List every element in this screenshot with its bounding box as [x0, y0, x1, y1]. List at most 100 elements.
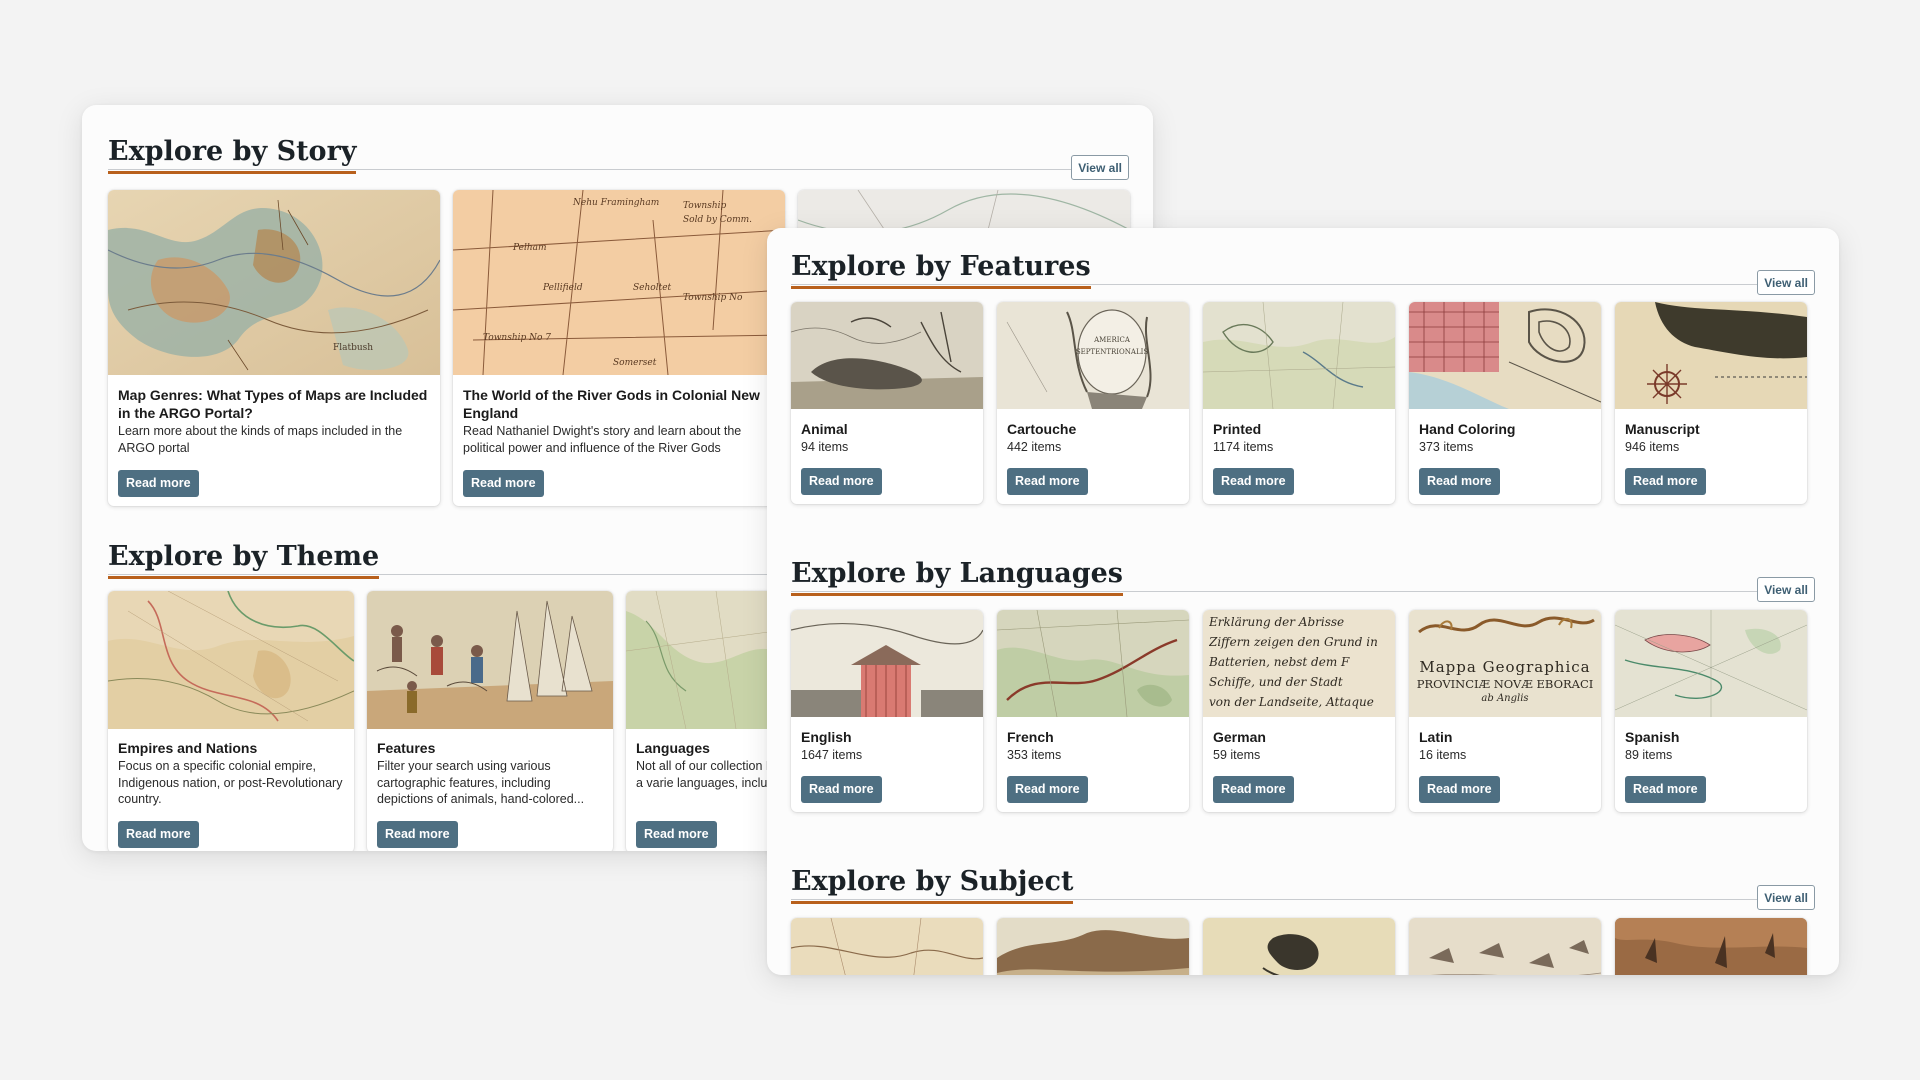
card-body: The World of the River Gods in Colonial …	[463, 386, 775, 456]
read-more-button[interactable]: Read more	[1625, 468, 1706, 495]
feature-card[interactable]: AMERICA SEPTENTRIONALIS Cartouche 442 it…	[997, 302, 1189, 504]
read-more-button[interactable]: Read more	[377, 821, 458, 848]
script-line: Ziffern zeigen den Grund in	[1209, 635, 1378, 649]
read-more-button[interactable]: Read more	[118, 821, 199, 848]
map-thumbnail	[791, 610, 983, 717]
language-card[interactable]: Spanish 89 items Read more	[1615, 610, 1807, 812]
language-card[interactable]: Mappa Geographica PROVINCIÆ NOVÆ EBORACI…	[1409, 610, 1601, 812]
card-title[interactable]: Features	[377, 739, 603, 757]
script-line: Batterien, nebst dem F	[1209, 655, 1350, 669]
card-title[interactable]: Spanish	[1625, 728, 1797, 746]
map-thumbnail	[367, 591, 613, 729]
feature-card[interactable]: Animal 94 items Read more	[791, 302, 983, 504]
item-count: 1647 items	[801, 748, 863, 762]
features-languages-panel: Explore by Features View all Animal 94 i…	[767, 228, 1839, 975]
latin-line: PROVINCIÆ NOVÆ EBORACI	[1416, 677, 1594, 691]
svg-text:Township No 7: Township No 7	[483, 333, 551, 343]
item-count: 16 items	[1419, 748, 1467, 762]
card-title[interactable]: The World of the River Gods in Colonial …	[463, 386, 775, 422]
read-more-button[interactable]: Read more	[1007, 776, 1088, 803]
read-more-button[interactable]: Read more	[1625, 776, 1706, 803]
card-title[interactable]: Map Genres: What Types of Maps are Inclu…	[118, 386, 430, 422]
item-count: 1174 items	[1213, 440, 1274, 454]
card-body: German 59 items	[1213, 728, 1385, 763]
language-card[interactable]: Erklärung der Abrisse Ziffern zeigen den…	[1203, 610, 1395, 812]
svg-text:Township: Township	[683, 201, 727, 211]
read-more-button[interactable]: Read more	[118, 470, 199, 497]
map-thumbnail	[1615, 918, 1807, 975]
read-more-button[interactable]: Read more	[636, 821, 717, 848]
card-description: Read Nathaniel Dwight's story and learn …	[463, 424, 742, 455]
card-body: Spanish 89 items	[1625, 728, 1797, 763]
map-thumbnail	[108, 591, 354, 729]
subject-card[interactable]	[1409, 918, 1601, 975]
card-title[interactable]: Manuscript	[1625, 420, 1797, 438]
card-title[interactable]: German	[1213, 728, 1385, 746]
view-all-button[interactable]: View all	[1757, 270, 1815, 295]
card-body: French 353 items	[1007, 728, 1179, 763]
card-body: Manuscript 946 items	[1625, 420, 1797, 455]
read-more-button[interactable]: Read more	[1213, 468, 1294, 495]
feature-card[interactable]: Printed 1174 items Read more	[1203, 302, 1395, 504]
read-more-button[interactable]: Read more	[1419, 776, 1500, 803]
card-body: Printed 1174 items	[1213, 420, 1385, 455]
latin-line: Mappa Geographica	[1419, 658, 1591, 676]
card-title[interactable]: Empires and Nations	[118, 739, 344, 757]
map-thumbnail	[1615, 610, 1807, 717]
latin-line: ab Anglis	[1481, 693, 1529, 704]
map-thumbnail	[997, 918, 1189, 975]
language-card[interactable]: English 1647 items Read more	[791, 610, 983, 812]
script-line: Schiffe, und der Stadt	[1209, 675, 1343, 689]
subject-card[interactable]	[1203, 918, 1395, 975]
read-more-button[interactable]: Read more	[1419, 468, 1500, 495]
section-title: Explore by Subject	[791, 864, 1074, 904]
subject-header: Explore by Subject View all	[791, 858, 1815, 922]
card-title[interactable]: Printed	[1213, 420, 1385, 438]
read-more-button[interactable]: Read more	[463, 470, 544, 497]
read-more-button[interactable]: Read more	[801, 468, 882, 495]
read-more-button[interactable]: Read more	[1213, 776, 1294, 803]
languages-section: Explore by Languages View all English 16…	[791, 550, 1815, 840]
view-all-button[interactable]: View all	[1757, 577, 1815, 602]
read-more-button[interactable]: Read more	[801, 776, 882, 803]
card-title[interactable]: French	[1007, 728, 1179, 746]
card-title[interactable]: Hand Coloring	[1419, 420, 1591, 438]
features-section: Explore by Features View all Animal 94 i…	[791, 243, 1815, 533]
svg-text:SEPTENTRIONALIS: SEPTENTRIONALIS	[1076, 348, 1149, 356]
svg-text:Seholtet: Seholtet	[633, 283, 672, 293]
card-body: Cartouche 442 items	[1007, 420, 1179, 455]
story-card[interactable]: Flatbush Map Genres: What Types of Maps …	[108, 190, 440, 506]
card-body: Features Filter your search using variou…	[377, 739, 603, 808]
subject-section: Explore by Subject View all	[791, 858, 1815, 975]
subject-card[interactable]	[997, 918, 1189, 975]
story-card[interactable]: Nehu Framingham Township Sold by Comm. P…	[453, 190, 785, 506]
theme-card[interactable]: Features Filter your search using variou…	[367, 591, 613, 851]
language-card[interactable]: French 353 items Read more	[997, 610, 1189, 812]
map-thumbnail: Flatbush	[108, 190, 440, 375]
latin-title-text: Mappa Geographica PROVINCIÆ NOVÆ EBORACI…	[1409, 658, 1601, 717]
subject-card[interactable]	[791, 918, 983, 975]
card-title[interactable]: Cartouche	[1007, 420, 1179, 438]
item-count: 94 items	[801, 440, 849, 454]
card-title[interactable]: Latin	[1419, 728, 1591, 746]
card-description: Filter your search using various cartogr…	[377, 759, 585, 806]
map-thumbnail	[791, 918, 983, 975]
feature-card[interactable]: Hand Coloring 373 items Read more	[1409, 302, 1601, 504]
item-count: 373 items	[1419, 440, 1474, 454]
section-title: Explore by Story	[108, 134, 357, 174]
feature-card[interactable]: Manuscript 946 items Read more	[1615, 302, 1807, 504]
view-all-button[interactable]: View all	[1071, 155, 1129, 180]
section-title: Explore by Features	[791, 249, 1091, 289]
script-line: von der Landseite, Attaque	[1209, 695, 1374, 709]
read-more-button[interactable]: Read more	[1007, 468, 1088, 495]
view-all-button[interactable]: View all	[1757, 885, 1815, 910]
card-body: Animal 94 items	[801, 420, 973, 455]
card-description: Learn more about the kinds of maps inclu…	[118, 424, 403, 455]
card-title[interactable]: Animal	[801, 420, 973, 438]
languages-header: Explore by Languages View all	[791, 550, 1815, 614]
subject-card[interactable]	[1615, 918, 1807, 975]
svg-text:Nehu Framingham: Nehu Framingham	[572, 198, 659, 208]
map-thumbnail	[1409, 918, 1601, 975]
theme-card[interactable]: Empires and Nations Focus on a specific …	[108, 591, 354, 851]
card-title[interactable]: English	[801, 728, 973, 746]
